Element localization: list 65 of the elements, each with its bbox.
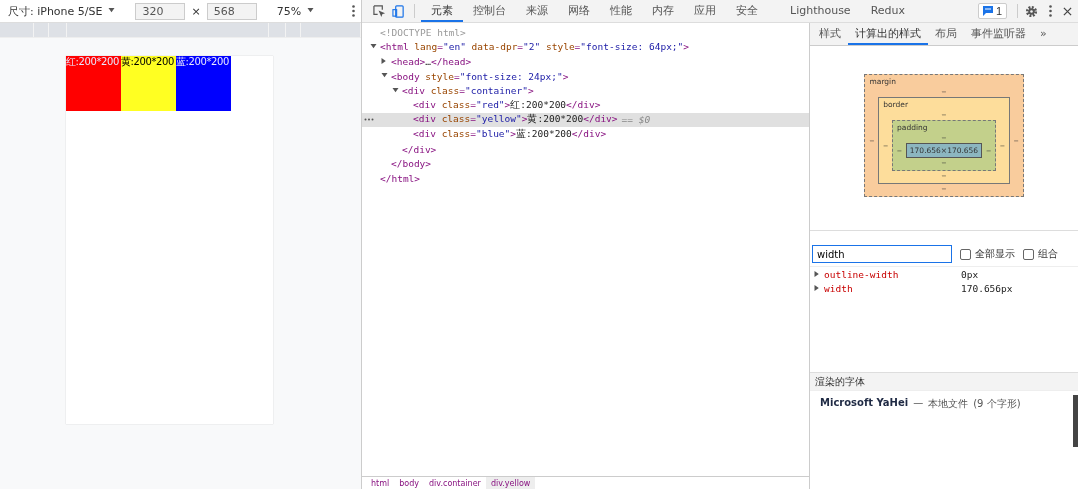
device-select[interactable]: 尺寸: iPhone 5/SE [8, 3, 103, 19]
panel-tab[interactable]: 控制台 [463, 0, 516, 22]
breadcrumb[interactable]: div.yellow [485, 477, 536, 489]
more-dots-icon[interactable] [364, 118, 374, 122]
panel-tab[interactable]: Redux [860, 0, 915, 22]
sidebar-tab[interactable]: 布局 [928, 23, 964, 45]
block-text: 蓝:200*200 [176, 56, 229, 67]
element-tag[interactable]: <div class="yellow">黄:200*200</div> [413, 113, 618, 127]
checkbox[interactable] [1023, 248, 1034, 260]
panel-tab[interactable]: 安全 [726, 0, 768, 22]
breadcrumb[interactable]: body [394, 477, 425, 489]
element-tag[interactable]: <html lang="en" data-dpr="2" style="font-size: 64px;"> [380, 41, 690, 53]
panel-tab[interactable]: 来源 [516, 0, 558, 22]
expand-arrow-icon[interactable] [381, 73, 388, 80]
issues-badge[interactable]: 1 [977, 3, 1007, 19]
element-tag[interactable]: <body style="font-size: 24px;"> [391, 70, 569, 82]
zoom-select[interactable]: 75% [276, 4, 302, 18]
closing-tag[interactable]: </html> [380, 172, 421, 184]
screen-width-field[interactable]: 320 [135, 2, 186, 20]
console-reference: == $0 [621, 114, 651, 126]
more-options-icon[interactable] [352, 5, 355, 17]
sidebar-tab[interactable]: » [1033, 23, 1054, 45]
property-name: outline-width [824, 268, 900, 280]
breadcrumb[interactable]: div.container [424, 477, 486, 489]
block-text: 黄:200*200 [121, 56, 174, 67]
separator: — [913, 397, 924, 410]
checkbox-label: 全部显示 [975, 247, 1015, 261]
checkbox[interactable] [960, 248, 971, 260]
element-tag[interactable]: <div class="container"> [402, 85, 534, 97]
element-tag[interactable]: <div class="red">红:200*200</div> [413, 98, 601, 112]
property-filter-field[interactable]: width [812, 245, 952, 263]
element-tag[interactable]: <head>…</head> [391, 56, 472, 67]
panel-tab[interactable]: 性能 [600, 0, 642, 22]
checkbox-label: 组合 [1038, 247, 1058, 261]
element-tag[interactable]: <div class="blue">蓝:200*200</div> [413, 127, 607, 141]
expand-arrow-icon[interactable] [814, 271, 821, 277]
dropdown-caret-icon[interactable] [307, 8, 315, 14]
screen-height-field[interactable]: 568 [206, 2, 257, 20]
sidebar-tab[interactable]: 样式 [812, 23, 848, 45]
dropdown-caret-icon[interactable] [108, 8, 116, 14]
block-text: 红:200*200 [66, 56, 119, 67]
panel-tab[interactable]: 网络 [558, 0, 600, 22]
property-value: 0px [961, 268, 979, 280]
font-name: Microsoft YaHei [820, 397, 909, 410]
expand-arrow-icon[interactable] [381, 58, 388, 65]
expand-arrow-icon[interactable] [814, 285, 821, 291]
sidebar-tab[interactable]: 计算出的样式 [848, 23, 928, 45]
expand-arrow-icon[interactable] [370, 43, 377, 50]
scrollbar-thumb[interactable] [1073, 395, 1078, 447]
property-name: width [824, 282, 854, 294]
expand-arrow-icon[interactable] [392, 87, 399, 94]
section-title: 渲染的字体 [810, 372, 1078, 391]
panel-tab[interactable]: 应用 [684, 0, 726, 22]
property-value: 170.656px [961, 282, 1013, 294]
breadcrumb[interactable]: html [366, 477, 395, 489]
sidebar-tab[interactable]: 事件监听器 [964, 23, 1033, 45]
panel-tab[interactable]: 内存 [642, 0, 684, 22]
times-sign: × [191, 4, 201, 18]
closing-tag[interactable]: </div> [402, 143, 437, 155]
closing-tag[interactable]: </body> [391, 158, 432, 170]
glyph-count: (9 个字形) [973, 397, 1021, 411]
message-icon [982, 6, 993, 16]
panel-tab[interactable]: Lighthouse [780, 0, 861, 22]
panel-tab[interactable]: 元素 [421, 0, 463, 22]
font-source: 本地文件 [928, 397, 969, 411]
